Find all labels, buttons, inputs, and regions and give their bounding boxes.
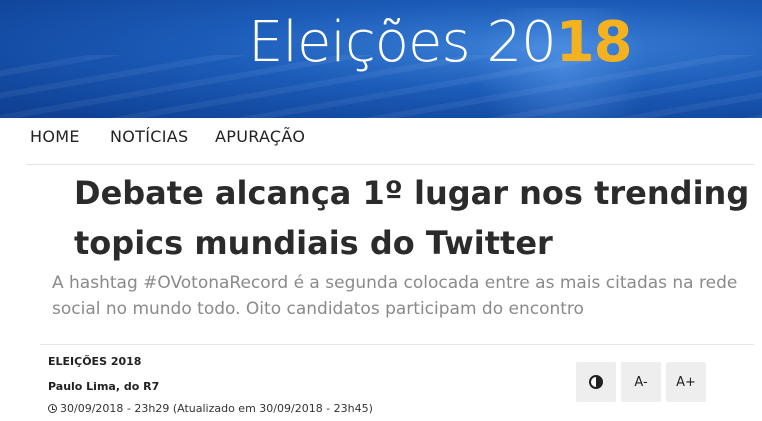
article-author: Paulo Lima, do R7 [48,380,160,393]
article-headline: Debate alcança 1º lugar nos trending top… [74,174,750,262]
banner-title-word: Eleições [248,10,487,75]
meta-divider [40,344,754,345]
banner-title-year-accent: 18 [555,10,633,75]
article-section-label[interactable]: ELEIÇÕES 2018 [48,355,141,368]
clock-icon [48,404,57,413]
font-increase-button[interactable]: A+ [666,362,706,402]
main-nav: HOME NOTÍCIAS APURAÇÃO [26,118,754,165]
banner-title-year-plain: 20 [486,10,556,75]
elections-banner: Eleições 2018 [0,0,762,118]
nav-item-home[interactable]: HOME [30,127,80,146]
nav-item-apuracao[interactable]: APURAÇÃO [215,127,305,146]
font-decrease-button[interactable]: A- [621,362,661,402]
article-subtitle: A hashtag #OVotonaRecord é a segunda col… [52,273,738,319]
nav-item-noticias[interactable]: NOTÍCIAS [110,127,188,146]
contrast-icon [589,375,603,389]
contrast-toggle-button[interactable] [576,362,616,402]
article-date-text: 30/09/2018 - 23h29 (Atualizado em 30/09/… [60,402,373,415]
banner-title: Eleições 2018 [248,8,633,78]
article-date: 30/09/2018 - 23h29 (Atualizado em 30/09/… [48,402,373,415]
